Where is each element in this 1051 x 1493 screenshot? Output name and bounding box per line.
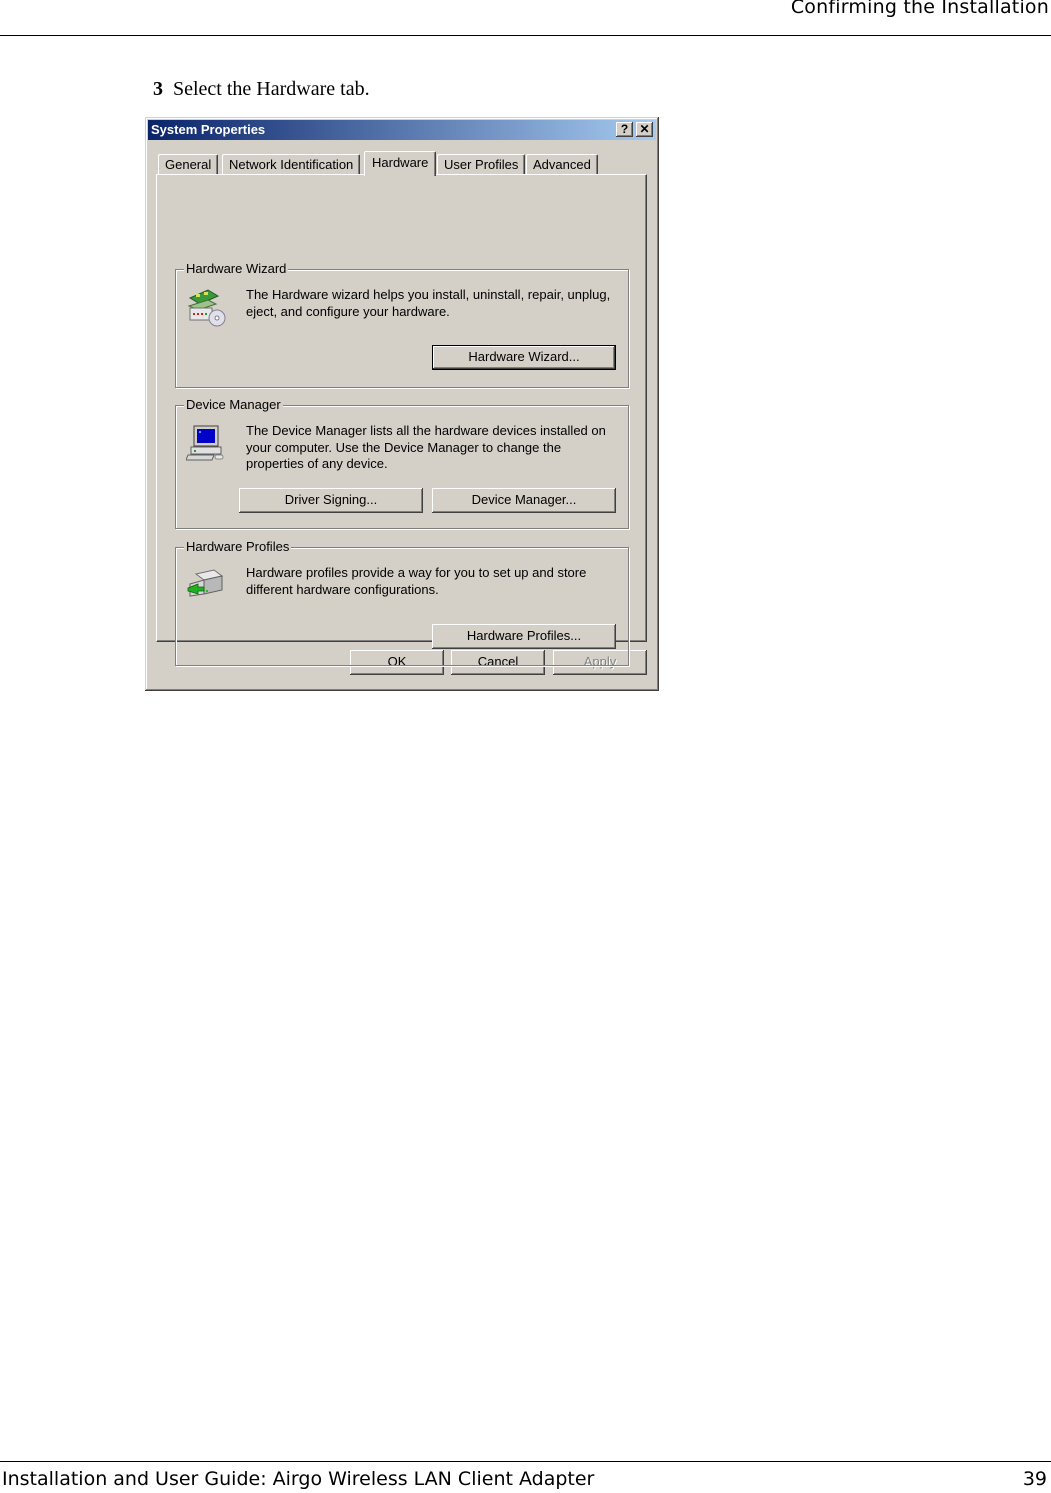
hardware-wizard-icon — [187, 289, 226, 327]
hardware-tab-panel: Hardware Wizard The Hardware wizard help… — [156, 174, 647, 666]
close-button[interactable]: ✕ — [636, 122, 653, 137]
group-legend: Device Manager — [184, 397, 283, 412]
tab-user-profiles[interactable]: User Profiles — [437, 154, 526, 175]
tab-network-identification[interactable]: Network Identification — [222, 154, 361, 175]
computer-icon — [186, 425, 224, 461]
title-bar[interactable]: System Properties ? ✕ — [148, 120, 656, 140]
page-number: 39 — [1022, 1468, 1047, 1490]
hardware-wizard-button[interactable]: Hardware Wizard... — [432, 345, 616, 370]
running-header: Confirming the Installation — [790, 0, 1049, 18]
group-legend: Hardware Wizard — [184, 261, 289, 276]
step-instruction: 3 Select the Hardware tab. — [153, 78, 370, 101]
tab-hardware[interactable]: Hardware — [364, 151, 437, 176]
device-manager-group: Device Manager The Device Manager lists … — [175, 397, 629, 529]
hardware-profiles-icon — [187, 569, 224, 597]
system-properties-dialog: System Properties ? ✕ General Network Id… — [145, 117, 659, 691]
group-legend: Hardware Profiles — [184, 539, 292, 554]
help-button[interactable]: ? — [616, 122, 633, 137]
driver-signing-button[interactable]: Driver Signing... — [239, 488, 423, 513]
footer-title: Installation and User Guide: Airgo Wirel… — [2, 1468, 595, 1490]
device-manager-description: The Device Manager lists all the hardwar… — [246, 423, 606, 471]
header-rule — [0, 35, 1051, 36]
footer-rule — [0, 1461, 1051, 1462]
step-number: 3 — [153, 78, 163, 100]
device-manager-button[interactable]: Device Manager... — [432, 488, 616, 513]
tab-advanced[interactable]: Advanced — [526, 154, 598, 175]
hardware-profiles-button[interactable]: Hardware Profiles... — [432, 624, 616, 649]
hardware-profiles-group: Hardware Profiles Hardware profiles prov… — [175, 539, 629, 666]
hardware-wizard-description: The Hardware wizard helps you install, u… — [246, 287, 611, 319]
hardware-wizard-group: Hardware Wizard The Hardware wizard help… — [175, 261, 629, 388]
hardware-profiles-description: Hardware profiles provide a way for you … — [246, 565, 587, 597]
tab-general[interactable]: General — [158, 154, 219, 175]
step-text: Select the Hardware tab. — [173, 78, 370, 100]
dialog-title: System Properties — [151, 122, 266, 137]
